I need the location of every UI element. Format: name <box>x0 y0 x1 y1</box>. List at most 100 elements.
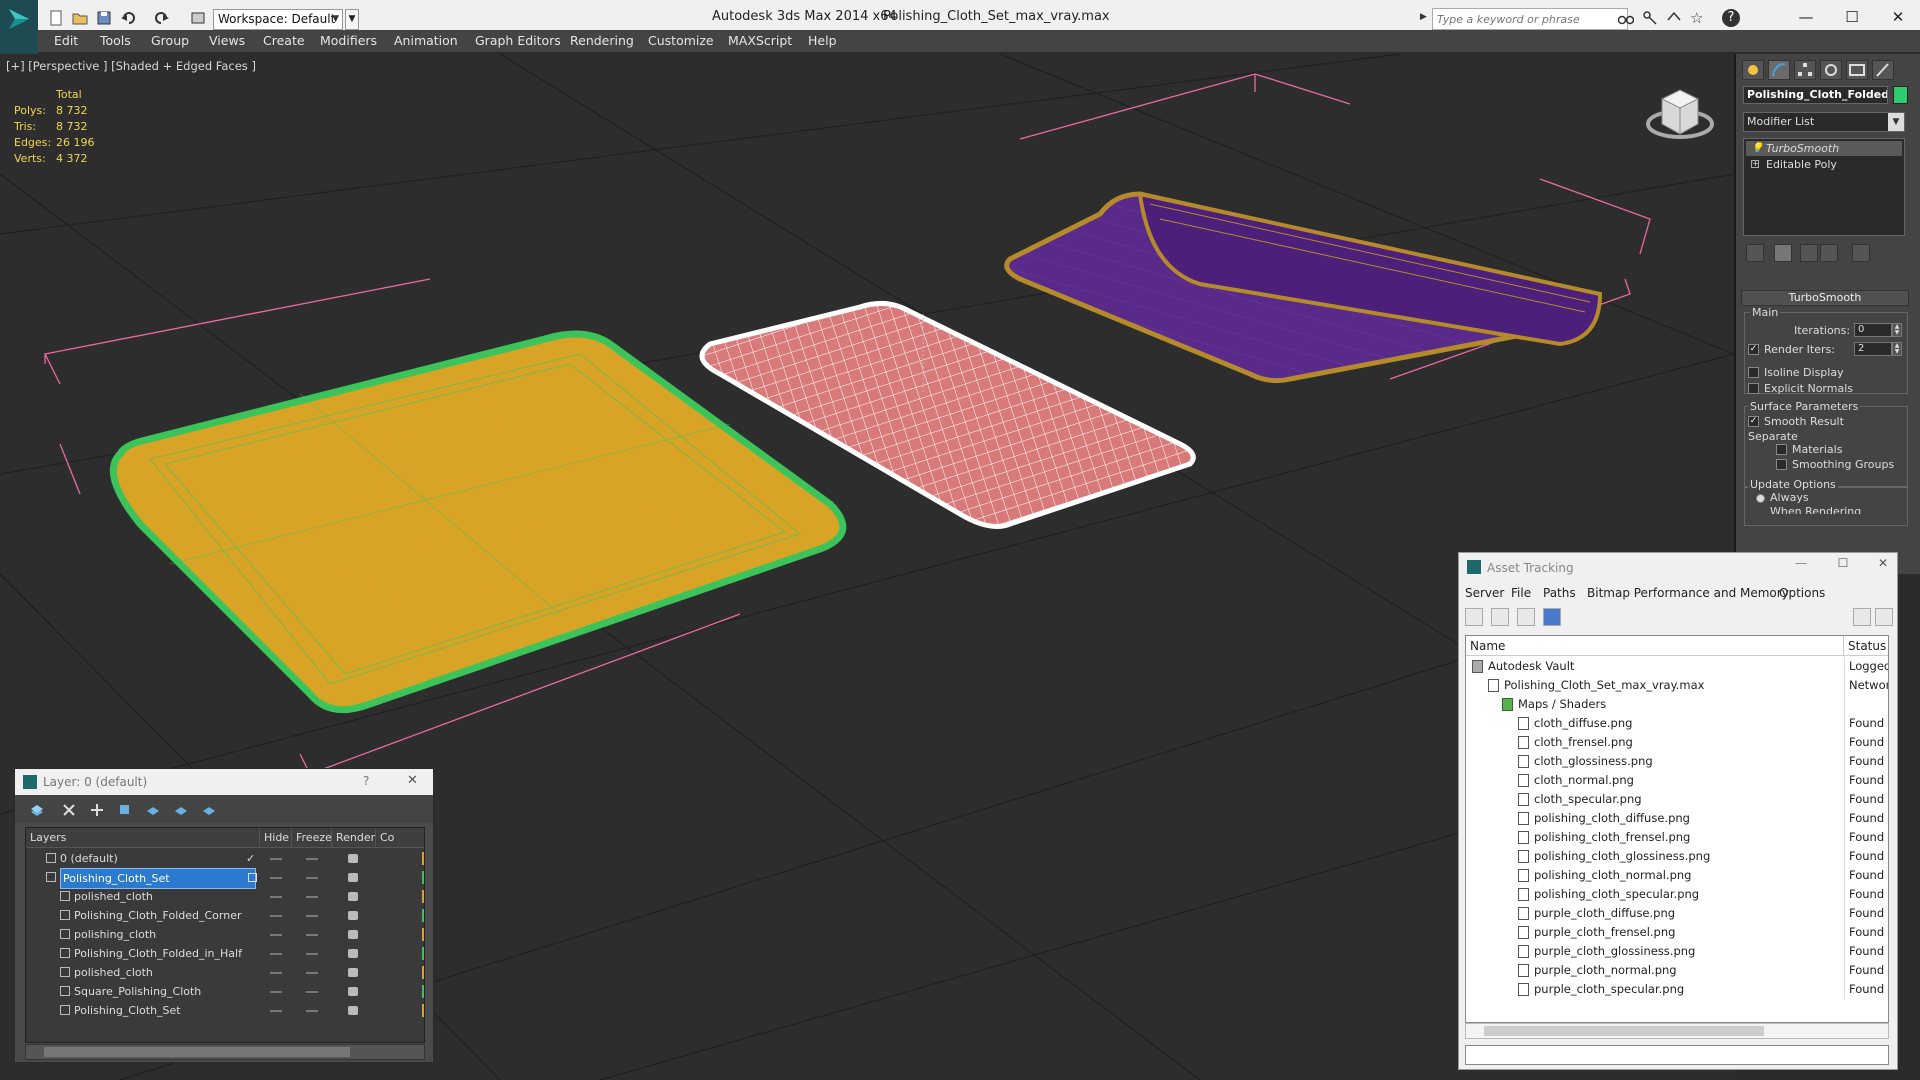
layer-row[interactable]: polishing_cloth <box>26 925 424 944</box>
materials-checkbox[interactable] <box>1776 444 1787 455</box>
menu-modifiers[interactable]: Modifiers <box>320 33 377 48</box>
object-name-field[interactable]: Polishing_Cloth_Folded_i <box>1743 86 1888 104</box>
layer-color-swatch[interactable] <box>422 966 424 979</box>
undo-icon[interactable] <box>120 10 138 28</box>
maximize-button[interactable]: ☐ <box>1831 556 1855 576</box>
render-teapot-icon[interactable] <box>348 930 358 939</box>
delete-layer-icon[interactable] <box>61 802 77 818</box>
freeze-toggle[interactable] <box>306 858 318 860</box>
display-tab-icon[interactable] <box>1846 60 1868 80</box>
table-row[interactable]: cloth_specular.png Found <box>1466 790 1888 809</box>
always-radio[interactable] <box>1756 494 1765 503</box>
layer-row[interactable]: Polishing_Cloth_Set <box>26 1001 424 1020</box>
render-iters-spinner-arrows[interactable]: ▲ ▼ <box>1892 342 1902 356</box>
scrollbar-thumb[interactable] <box>1484 1026 1764 1036</box>
layer-color-swatch[interactable] <box>422 928 424 941</box>
asset-menu-paths[interactable]: Paths <box>1543 586 1576 600</box>
asset-table[interactable]: Name Status Autodesk VaultLogged OuPolis… <box>1465 635 1889 1023</box>
freeze-all-icon[interactable] <box>201 802 217 818</box>
hide-all-icon[interactable] <box>173 802 189 818</box>
hide-toggle[interactable] <box>270 972 282 974</box>
table-row[interactable]: polishing_cloth_diffuse.png Found <box>1466 809 1888 828</box>
key-icon[interactable] <box>1642 10 1658 26</box>
asset-menu-server[interactable]: Server <box>1465 586 1504 600</box>
binoculars-icon[interactable] <box>1617 10 1635 26</box>
menu-edit[interactable]: Edit <box>54 33 78 48</box>
modifier-list-dropdown[interactable]: Modifier List ▼ <box>1743 112 1905 132</box>
table-row[interactable]: polishing_cloth_glossiness.png Found <box>1466 847 1888 866</box>
hide-toggle[interactable] <box>270 991 282 993</box>
table-row[interactable]: purple_cloth_diffuse.png Found <box>1466 904 1888 923</box>
maximize-button[interactable]: ☐ <box>1830 4 1874 30</box>
add-to-layer-icon[interactable] <box>89 802 105 818</box>
minimize-button[interactable]: — <box>1784 4 1828 30</box>
modifier-stack[interactable]: 💡 TurboSmooth + Editable Poly <box>1743 138 1905 236</box>
save-file-icon[interactable] <box>96 10 114 28</box>
layer-row[interactable]: Polishing_Cloth_Folded_Corner <box>26 906 424 925</box>
project-folder-icon[interactable] <box>190 10 208 28</box>
refresh-icon[interactable] <box>1465 608 1483 626</box>
object-color-swatch[interactable] <box>1893 86 1908 104</box>
utilities-tab-icon[interactable] <box>1872 60 1894 80</box>
column-header-render[interactable]: Render <box>332 828 376 848</box>
hide-toggle[interactable] <box>270 934 282 936</box>
set-current-layer-icon[interactable] <box>248 873 257 882</box>
hide-toggle[interactable] <box>270 1010 282 1012</box>
table-row[interactable]: cloth_glossiness.png Found <box>1466 752 1888 771</box>
explicit-normals-checkbox[interactable] <box>1748 383 1759 394</box>
render-teapot-icon[interactable] <box>348 892 358 901</box>
scrollbar-thumb[interactable] <box>44 1047 350 1057</box>
exchange-icon[interactable] <box>1666 10 1682 26</box>
tree-view-icon[interactable] <box>1517 608 1535 626</box>
render-teapot-icon[interactable] <box>348 968 358 977</box>
menu-views[interactable]: Views <box>209 33 245 48</box>
menu-rendering[interactable]: Rendering <box>570 33 634 48</box>
freeze-toggle[interactable] <box>306 934 318 936</box>
table-row[interactable]: Polishing_Cloth_Set_max_vray.max Network … <box>1466 676 1888 695</box>
close-button[interactable]: ✕ <box>1871 556 1895 576</box>
layer-row[interactable]: polished_cloth <box>26 887 424 906</box>
render-iters-checkbox[interactable]: ✓ <box>1748 344 1759 355</box>
select-objects-icon[interactable] <box>117 802 133 818</box>
new-file-icon[interactable] <box>48 10 66 28</box>
asset-menu-file[interactable]: File <box>1511 586 1531 600</box>
column-header-name[interactable]: Name <box>1466 636 1844 656</box>
smooth-result-checkbox[interactable]: ✓ <box>1748 416 1759 427</box>
help-icon[interactable]: ? <box>1722 9 1740 27</box>
horizontal-scrollbar[interactable] <box>1465 1023 1889 1039</box>
open-file-icon[interactable] <box>72 10 90 28</box>
help-button[interactable]: ? <box>363 774 369 788</box>
asset-menu-bitmap-performance[interactable]: Bitmap Performance and Memory <box>1587 586 1789 600</box>
table-row[interactable]: cloth_frensel.png Found <box>1466 733 1888 752</box>
search-expand-icon[interactable]: ▶ <box>1420 12 1430 26</box>
remove-modifier-icon[interactable] <box>1820 244 1838 262</box>
motion-tab-icon[interactable] <box>1820 60 1842 80</box>
freeze-toggle[interactable] <box>306 953 318 955</box>
freeze-toggle[interactable] <box>306 972 318 974</box>
table-row[interactable]: cloth_diffuse.png Found <box>1466 714 1888 733</box>
viewport-label[interactable]: [+] [Perspective ] [Shaded + Edged Faces… <box>6 59 256 73</box>
layer-row[interactable]: Polishing_Cloth_Set <box>26 868 424 889</box>
hide-toggle[interactable] <box>270 953 282 955</box>
render-iters-spinner[interactable]: 2 <box>1854 342 1892 356</box>
table-row[interactable]: cloth_normal.png Found <box>1466 771 1888 790</box>
search-box[interactable] <box>1432 8 1628 30</box>
expand-icon[interactable]: + <box>1751 160 1759 168</box>
table-row[interactable]: polishing_cloth_frensel.png Found <box>1466 828 1888 847</box>
menu-group[interactable]: Group <box>151 33 189 48</box>
table-row[interactable]: polishing_cloth_normal.png Found <box>1466 866 1888 885</box>
layer-row[interactable]: polished_cloth <box>26 963 424 982</box>
render-teapot-icon[interactable] <box>348 949 358 958</box>
menu-help[interactable]: Help <box>808 33 837 48</box>
layer-row[interactable]: Polishing_Cloth_Folded_in_Half <box>26 944 424 963</box>
settings-icon[interactable] <box>1875 608 1893 626</box>
column-header-color[interactable]: Co <box>376 828 424 848</box>
modify-tab-icon[interactable] <box>1768 60 1790 80</box>
table-row[interactable]: polishing_cloth_specular.png Found <box>1466 885 1888 904</box>
lightbulb-icon[interactable]: 💡 <box>1751 141 1763 156</box>
close-button[interactable]: ✕ <box>1876 4 1920 30</box>
table-view-icon[interactable] <box>1543 608 1561 626</box>
layer-color-swatch[interactable] <box>422 890 424 903</box>
workspace-dropdown[interactable]: Workspace: Default ▼ <box>213 9 343 30</box>
stack-item-editable-poly[interactable]: + Editable Poly <box>1746 157 1902 172</box>
